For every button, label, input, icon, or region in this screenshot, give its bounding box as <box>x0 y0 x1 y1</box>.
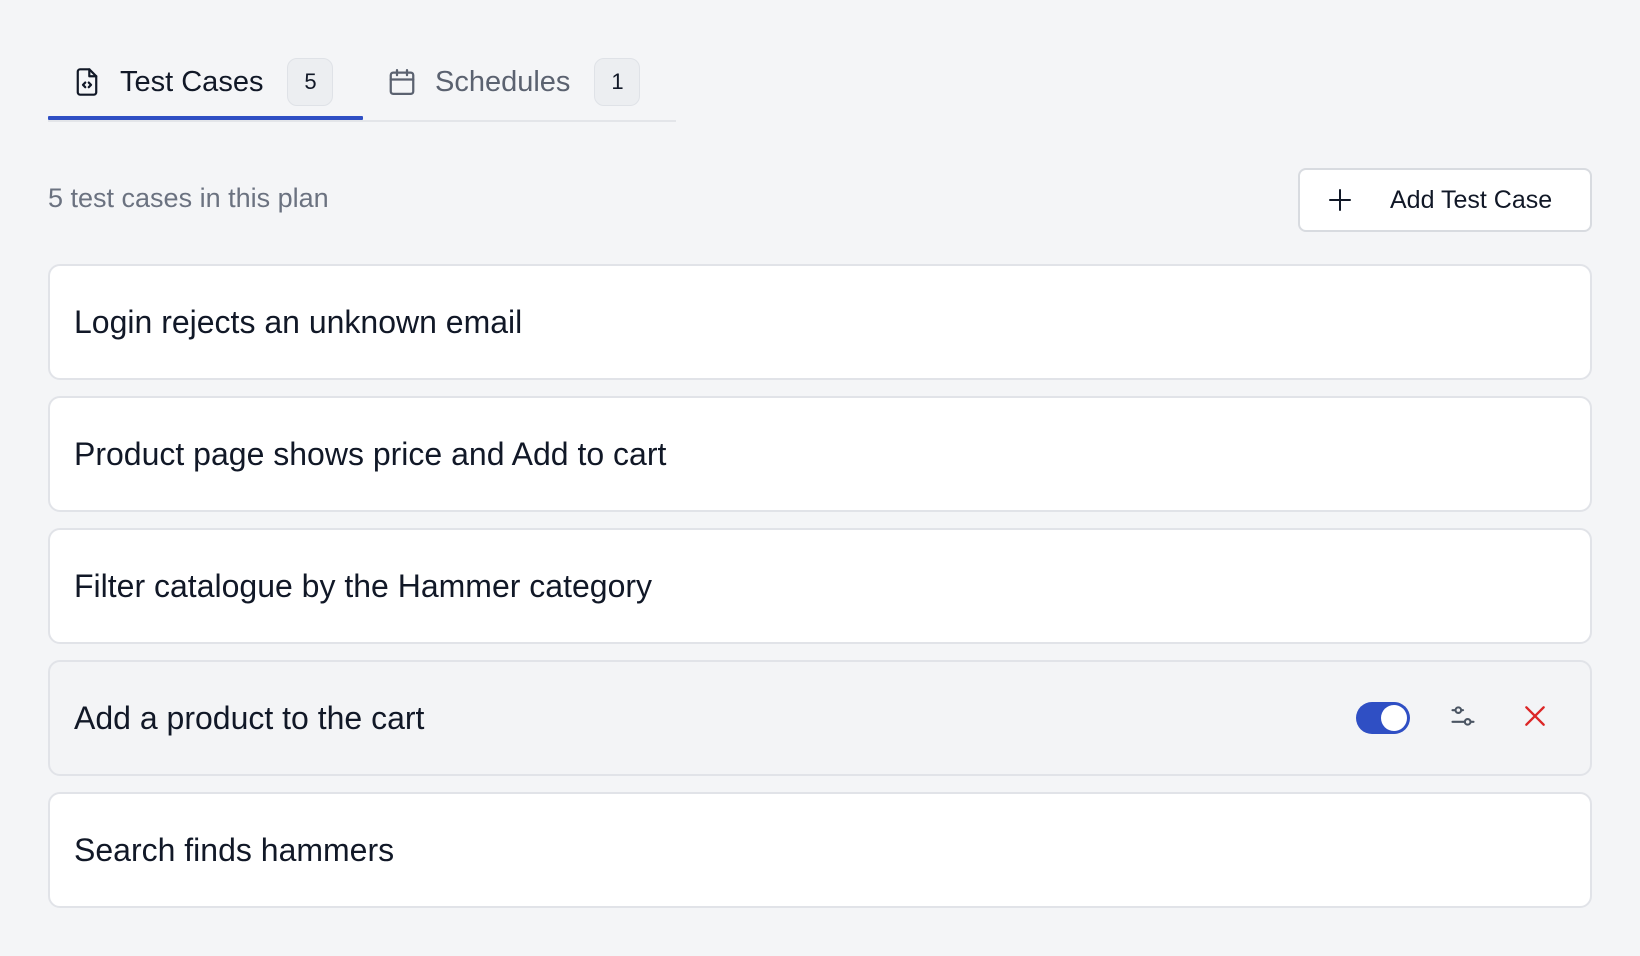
enable-toggle[interactable] <box>1356 702 1410 734</box>
test-case-actions <box>1356 701 1552 735</box>
delete-button[interactable] <box>1518 701 1552 735</box>
count-badge: 1 <box>594 58 641 106</box>
file-code-icon <box>72 67 102 97</box>
close-icon <box>1522 703 1548 734</box>
calendar-icon <box>387 67 417 97</box>
test-case-title: Login rejects an unknown email <box>74 303 523 340</box>
plan-summary: 5 test cases in this plan <box>48 183 329 213</box>
tab-test-cases[interactable]: Test Cases 5 <box>48 46 363 120</box>
tab-bar: Test Cases 5 Schedules 1 <box>48 46 676 122</box>
sliders-icon <box>1449 702 1477 735</box>
test-case-list: Login rejects an unknown email Product p… <box>48 264 1592 924</box>
tab-label: Test Cases <box>120 65 264 98</box>
test-case-card[interactable]: Search finds hammers <box>48 792 1592 908</box>
test-case-card[interactable]: Add a product to the cart <box>48 660 1592 776</box>
test-case-title: Product page shows price and Add to cart <box>74 435 667 472</box>
settings-button[interactable] <box>1446 701 1480 735</box>
test-case-title: Filter catalogue by the Hammer category <box>74 567 653 604</box>
test-case-title: Add a product to the cart <box>74 699 425 736</box>
toggle-knob <box>1381 705 1407 731</box>
plus-icon <box>1328 188 1352 212</box>
test-case-card[interactable]: Login rejects an unknown email <box>48 264 1592 380</box>
count-badge: 5 <box>287 58 334 106</box>
test-case-title: Search finds hammers <box>74 831 395 868</box>
tab-label: Schedules <box>435 65 571 98</box>
add-test-case-label: Add Test Case <box>1390 185 1553 214</box>
test-case-card[interactable]: Product page shows price and Add to cart <box>48 396 1592 512</box>
add-test-case-button[interactable]: Add Test Case <box>1298 168 1592 232</box>
test-case-card[interactable]: Filter catalogue by the Hammer category <box>48 528 1592 644</box>
tab-schedules[interactable]: Schedules 1 <box>363 46 665 118</box>
